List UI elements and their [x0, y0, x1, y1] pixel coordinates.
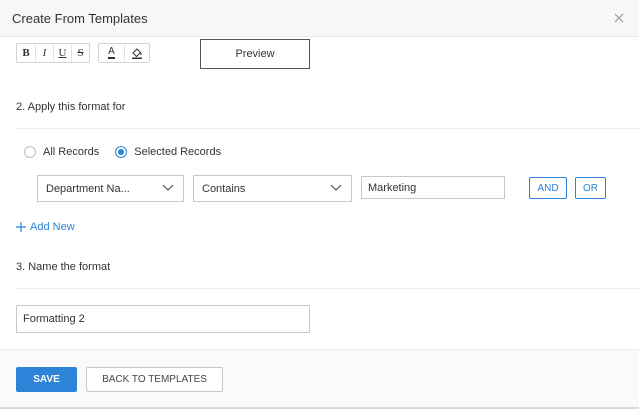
and-button[interactable]: AND: [529, 177, 567, 199]
name-format-heading: 3. Name the format: [16, 261, 111, 273]
field-select-value: Department Na...: [46, 182, 130, 195]
record-scope-radio-group: All Records Selected Records: [24, 145, 221, 159]
all-records-label: All Records: [43, 146, 100, 158]
text-style-group: B I U S: [16, 43, 90, 63]
fill-color-button[interactable]: [124, 44, 149, 62]
save-button[interactable]: SAVE: [16, 367, 77, 392]
dialog-header: Create From Templates: [0, 0, 639, 37]
section-divider: [16, 288, 639, 289]
back-to-templates-button[interactable]: BACK TO TEMPLATES: [86, 367, 223, 392]
format-name-input[interactable]: [16, 305, 310, 333]
dialog-footer: SAVE BACK TO TEMPLATES: [0, 349, 639, 409]
font-color-icon: A: [108, 46, 115, 59]
add-new-label: Add New: [30, 221, 75, 233]
preview-button[interactable]: Preview: [200, 39, 310, 69]
selected-records-radio[interactable]: [115, 146, 128, 158]
selected-records-label: Selected Records: [134, 146, 222, 158]
chevron-down-icon: [330, 184, 342, 191]
operator-select[interactable]: Contains: [193, 175, 352, 202]
all-records-radio[interactable]: [24, 146, 36, 158]
plus-icon: [16, 222, 26, 232]
bold-button[interactable]: B: [17, 44, 35, 62]
dialog-title: Create From Templates: [12, 11, 148, 26]
close-icon[interactable]: [611, 10, 627, 26]
underline-button[interactable]: U: [53, 44, 71, 62]
strikethrough-button[interactable]: S: [71, 44, 89, 62]
add-new-link[interactable]: Add New: [16, 221, 75, 233]
format-toolbar: B I U S A: [16, 43, 150, 63]
condition-value-input[interactable]: [361, 176, 505, 199]
field-select[interactable]: Department Na...: [37, 175, 184, 202]
operator-select-value: Contains: [202, 182, 246, 195]
chevron-down-icon: [162, 184, 174, 191]
section-divider: [16, 128, 639, 129]
italic-button[interactable]: I: [35, 44, 53, 62]
font-color-button[interactable]: A: [99, 44, 124, 62]
or-button[interactable]: OR: [575, 177, 606, 199]
color-group: A: [98, 43, 150, 63]
apply-format-heading: 2. Apply this format for: [16, 101, 126, 113]
paint-bucket-icon: [132, 48, 142, 59]
